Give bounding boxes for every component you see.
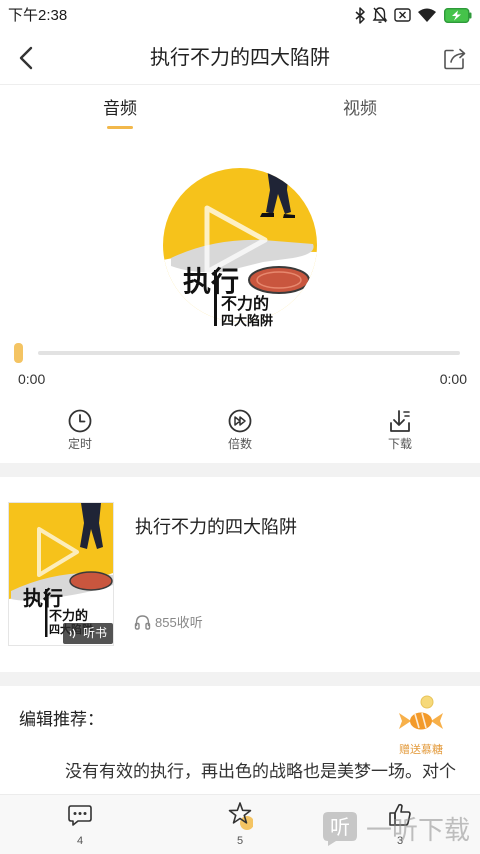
section-divider [0, 672, 480, 686]
headphone-icon [134, 615, 151, 630]
book-card[interactable]: 执行 不力的 四大陷阱 听书 执行不力的四大陷阱 855收听 [0, 492, 480, 662]
audiobook-badge-label: 听书 [83, 626, 108, 640]
watermark-text: 一听下载 [366, 815, 471, 845]
battery-charging-icon [444, 8, 472, 23]
comment-icon [68, 805, 92, 826]
current-time: 0:00 [18, 371, 46, 387]
clock-icon [68, 409, 92, 433]
mute-icon [372, 7, 388, 23]
comment-count: 4 [76, 835, 84, 847]
speed-label: 倍数 [227, 437, 252, 451]
speed-icon [228, 409, 252, 433]
audiobook-badge: 听书 [63, 623, 113, 644]
star-icon [228, 802, 253, 830]
no-sim-icon [394, 8, 411, 22]
listen-count: 855收听 [155, 615, 203, 630]
cover-title-line2: 不力的 [221, 294, 269, 313]
progress-track[interactable] [38, 351, 460, 355]
book-title: 执行不力的四大陷阱 [135, 517, 297, 537]
cover-art: 执行 不力的 四大陷阱 [163, 168, 317, 328]
total-time: 0:00 [439, 371, 467, 387]
progress-thumb[interactable] [14, 343, 23, 363]
favorite-count: 5 [236, 835, 244, 847]
candy-icon [399, 695, 443, 730]
download-label: 下载 [387, 437, 412, 451]
bluetooth-icon [355, 7, 365, 24]
thumb-title-line2: 不力的 [49, 608, 88, 623]
share-button[interactable] [442, 45, 468, 71]
favorite-button[interactable]: 5 [210, 802, 270, 850]
page-title: 执行不力的四大陷阱 [150, 47, 330, 69]
header-divider [0, 84, 480, 85]
back-button[interactable] [14, 44, 40, 72]
status-time: 下午2:38 [8, 7, 68, 24]
back-arrow-icon [19, 46, 33, 70]
gift-candy-label: 赠送慕糖 [399, 744, 443, 756]
active-tab-indicator [107, 126, 133, 129]
share-icon [444, 48, 466, 70]
editor-recommend-heading: 编辑推荐： [19, 710, 104, 729]
timer-button[interactable]: 定时 [20, 406, 140, 456]
status-bar: 下午2:38 [0, 0, 480, 32]
tab-audio[interactable]: 音频 [80, 98, 160, 120]
book-thumbnail: 执行 不力的 四大陷阱 听书 [8, 502, 114, 646]
comment-button[interactable]: 4 [50, 802, 110, 850]
wifi-icon [418, 8, 436, 22]
thumb-title-line1: 执行 [23, 586, 63, 610]
speed-button[interactable]: 倍数 [180, 406, 300, 456]
watermark-logo-text: 听 [330, 816, 350, 839]
section-divider [0, 463, 480, 477]
gift-candy-button[interactable]: 赠送慕糖 [390, 694, 452, 758]
recommend-description: 没有有效的执行，再出色的战略也是美梦一场。对个 [65, 762, 456, 781]
watermark-logo: 听 [323, 812, 357, 846]
download-button[interactable]: 下载 [340, 406, 460, 456]
cover-title-line3: 四大陷阱 [221, 313, 273, 328]
cover-title-line1: 执行 [183, 265, 239, 297]
sound-wave-icon [69, 628, 76, 639]
timer-label: 定时 [67, 437, 92, 451]
tab-video[interactable]: 视频 [320, 98, 400, 120]
download-icon [390, 410, 410, 432]
